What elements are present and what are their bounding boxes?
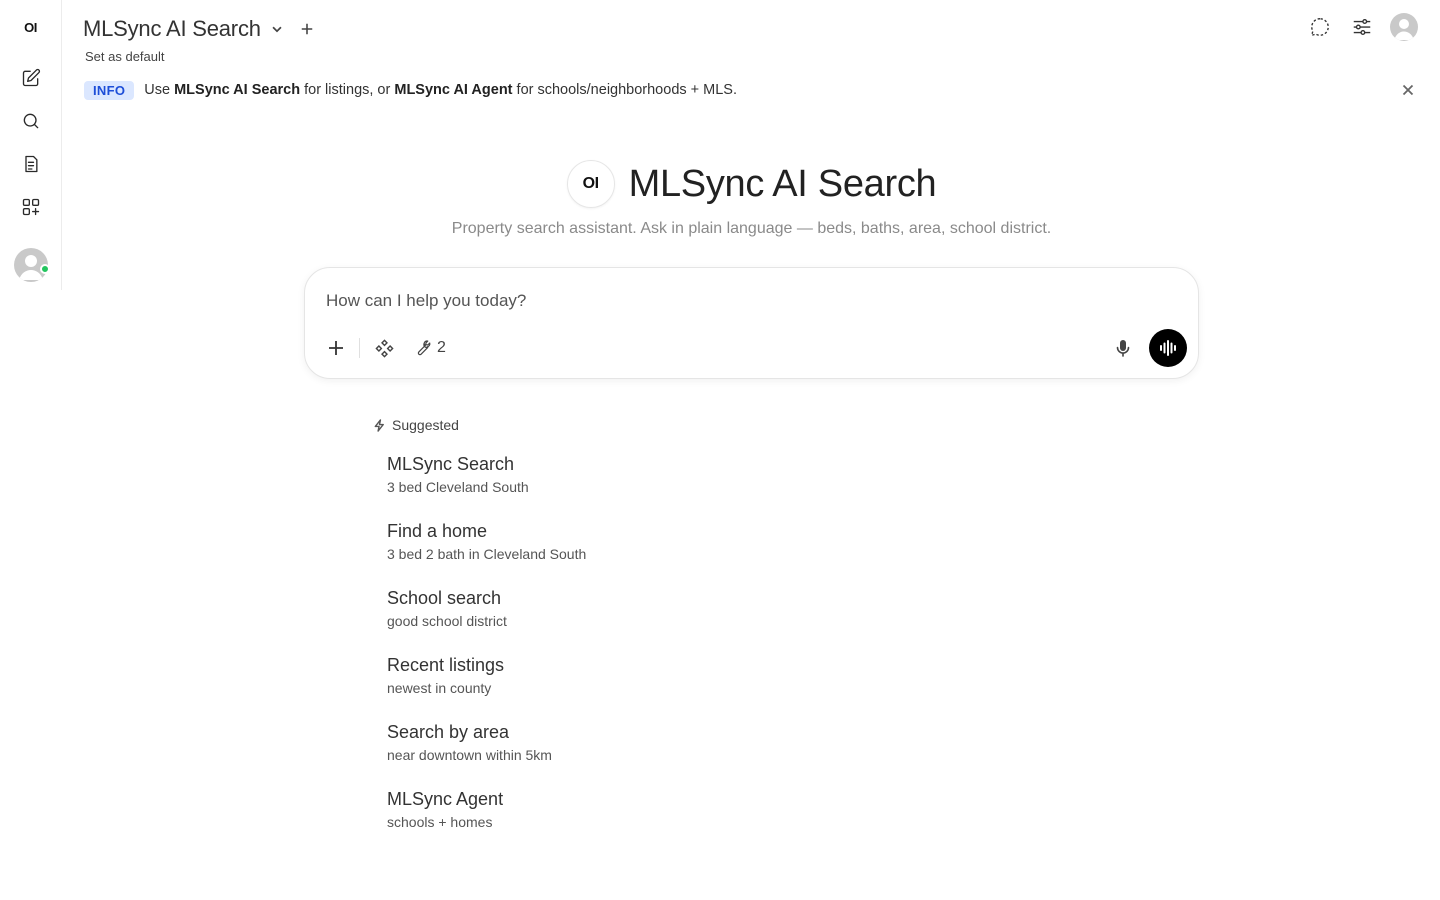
search-button[interactable] (13, 103, 49, 139)
pencil-square-icon (22, 68, 40, 87)
info-banner: INFO Use MLSync AI Search for listings, … (84, 80, 737, 100)
suggestion-item[interactable]: School search good school district (387, 587, 586, 654)
sliders-icon (1353, 18, 1371, 36)
banner-model-agent: MLSync AI Agent (394, 82, 513, 98)
user-menu-button[interactable] (13, 237, 50, 282)
banner-text-mid: for listings, or (300, 82, 395, 98)
new-chat-button[interactable] (13, 60, 49, 96)
page-title: MLSync AI Search (628, 162, 937, 205)
tools-count: 2 (437, 339, 446, 356)
hero-heading: OI MLSync AI Search (566, 160, 937, 208)
banner-text-post: for schools/neighborhoods + MLS. (512, 82, 737, 98)
suggestion-description: 3 bed 2 bath in Cleveland South (387, 546, 587, 562)
user-silhouette-icon (1394, 19, 1414, 40)
voice-mode-button[interactable] (1149, 329, 1187, 367)
suggestion-description: 3 bed Cleveland South (387, 479, 529, 495)
suggested-prompts: MLSync Search 3 bed Cleveland South Find… (387, 453, 586, 855)
set-as-default-link[interactable]: Set as default (85, 49, 165, 64)
info-badge: INFO (84, 80, 135, 100)
suggestion-title: Find a home (387, 521, 488, 541)
suggestion-item[interactable]: MLSync Agent schools + homes (387, 788, 586, 855)
audio-waveform-icon (1160, 340, 1176, 356)
tools-button[interactable]: 2 (413, 337, 446, 359)
add-model-button[interactable] (299, 21, 315, 37)
dismiss-banner-button[interactable] (1400, 82, 1416, 98)
temporary-chat-button[interactable] (1306, 13, 1334, 41)
suggestion-description: good school district (387, 613, 507, 629)
suggestion-title: MLSync Agent (387, 789, 504, 809)
model-selector[interactable]: MLSync AI Search (83, 14, 315, 44)
model-name[interactable]: MLSync AI Search (83, 16, 261, 42)
wrench-icon (417, 340, 431, 356)
plus-icon (329, 341, 343, 355)
integrations-button[interactable] (373, 337, 395, 359)
online-status-dot (39, 264, 50, 274)
hero: OI MLSync AI Search (0, 160, 1440, 208)
dashed-chat-bubble-icon (1310, 18, 1329, 37)
dictate-button[interactable] (1112, 337, 1134, 359)
suggestion-title: Search by area (387, 722, 510, 742)
model-logo: OI (566, 160, 615, 208)
suggestion-item[interactable]: Search by area near downtown within 5km (387, 721, 586, 788)
suggestion-item[interactable]: MLSync Search 3 bed Cleveland South (387, 453, 586, 520)
suggested-heading: Suggested (373, 417, 459, 433)
suggestion-item[interactable]: Recent listings newest in county (387, 654, 586, 721)
suggested-label: Suggested (392, 417, 459, 433)
search-icon (23, 113, 38, 129)
model-description: Property search assistant. Ask in plain … (451, 220, 1052, 237)
diamond-grid-icon (374, 338, 394, 358)
suggestion-item[interactable]: Find a home 3 bed 2 bath in Cleveland So… (387, 520, 586, 587)
suggestion-description: schools + homes (387, 814, 493, 830)
close-icon (1402, 84, 1414, 96)
suggestion-description: near downtown within 5km (387, 747, 552, 763)
chevron-down-icon[interactable] (269, 21, 285, 37)
composer-divider (359, 338, 360, 358)
app-logo[interactable]: OI (24, 20, 37, 36)
suggestion-title: MLSync Search (387, 454, 515, 474)
banner-text-pre: Use (144, 82, 175, 98)
top-right-controls (1306, 13, 1418, 41)
sidebar-rail: OI (0, 0, 62, 290)
attach-button[interactable] (325, 337, 347, 359)
plus-icon (301, 23, 313, 35)
banner-model-search: MLSync AI Search (174, 82, 301, 98)
lightning-icon (374, 418, 384, 432)
chat-input[interactable] (326, 288, 1146, 314)
profile-avatar[interactable] (1390, 13, 1418, 41)
controls-button[interactable] (1348, 13, 1376, 41)
suggestion-title: Recent listings (387, 655, 505, 675)
message-composer: 2 (304, 267, 1199, 379)
suggestion-description: newest in county (387, 680, 492, 696)
microphone-icon (1116, 340, 1130, 357)
suggestion-title: School search (387, 588, 502, 608)
